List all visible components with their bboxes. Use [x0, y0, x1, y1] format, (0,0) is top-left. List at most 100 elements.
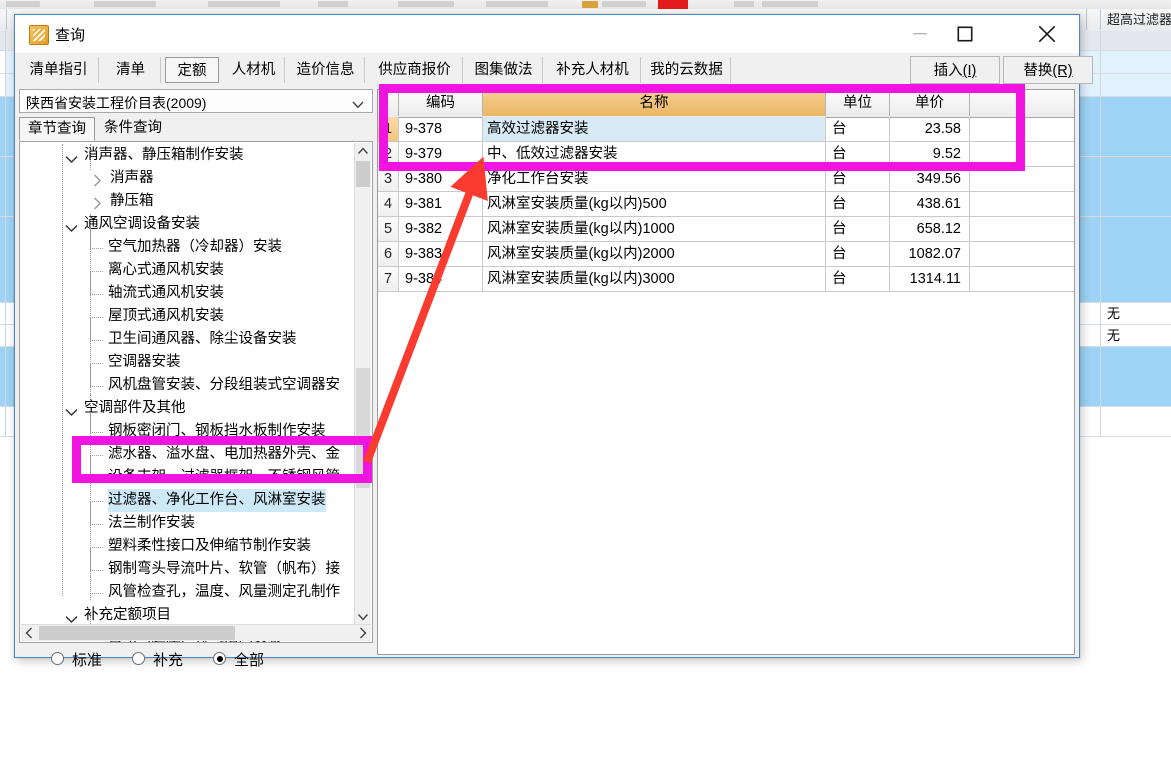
chevron-down-icon[interactable]	[65, 149, 78, 172]
table-row[interactable]: 5 9-382 风淋室安装质量(kg以内)1000 台 658.12	[378, 217, 1074, 242]
row-cell[interactable]	[1101, 217, 1171, 302]
row-name[interactable]: 净化工作台安装	[483, 167, 826, 191]
row-cell[interactable]	[1101, 97, 1171, 156]
tab-qingdan-zhiyin[interactable]: 清单指引	[19, 57, 99, 83]
chevron-right-icon[interactable]	[93, 172, 102, 195]
row-cell[interactable]	[0, 325, 6, 346]
chapter-tree[interactable]: 消声器、静压箱制作安装 消声器 静压箱 通风空调设备安装 空气加热器（冷却器）安…	[19, 141, 373, 643]
filter-radio-group[interactable]: 标准 补充 全部	[19, 649, 373, 683]
row-name[interactable]: 风淋室安装质量(kg以内)500	[483, 192, 826, 216]
scroll-left-button[interactable]	[21, 625, 38, 641]
catalog-select[interactable]: 陕西省安装工程价目表(2009)	[19, 89, 373, 113]
tab-buchong-rencaiji[interactable]: 补充人材机	[545, 57, 641, 83]
tab-zaojia-xinxi[interactable]: 造价信息	[287, 57, 365, 83]
row-filler[interactable]	[970, 117, 1074, 141]
row-cell[interactable]	[1101, 31, 1171, 50]
column-header-name[interactable]: 名称	[483, 90, 826, 116]
row-cell[interactable]	[1087, 217, 1101, 302]
tab-tuji-zuofa[interactable]: 图集做法	[465, 57, 543, 83]
toolbar-item[interactable]	[6, 1, 40, 7]
row-cell[interactable]	[0, 51, 6, 73]
color-swatch[interactable]	[658, 0, 688, 9]
row-cell[interactable]	[0, 303, 6, 324]
row-name[interactable]: 高效过滤器安装	[483, 117, 826, 141]
row-price[interactable]: 438.61	[890, 192, 970, 216]
query-mode-tabs[interactable]: 章节查询 条件查询	[19, 117, 373, 141]
table-row[interactable]: 6 9-383 风淋室安装质量(kg以内)2000 台 1082.07	[378, 242, 1074, 267]
close-button[interactable]	[1015, 15, 1079, 53]
table-row[interactable]: 7 9-384 风淋室安装质量(kg以内)3000 台 1314.11	[378, 267, 1074, 292]
row-cell[interactable]	[1087, 97, 1101, 156]
row-cell-value[interactable]: 无	[1101, 303, 1171, 324]
column-header-price[interactable]: 单价	[890, 90, 970, 116]
folder-icon[interactable]	[582, 1, 598, 8]
scroll-right-button[interactable]	[354, 625, 371, 641]
bg-header-cell[interactable]	[1087, 9, 1101, 30]
row-cell[interactable]	[0, 217, 6, 302]
table-row[interactable]: 1 9-378 高效过滤器安装 台 23.58	[378, 117, 1074, 142]
row-cell[interactable]	[1087, 347, 1101, 406]
row-cell[interactable]	[0, 31, 6, 50]
tab-gongyingshang[interactable]: 供应商报价	[367, 57, 463, 83]
row-unit[interactable]: 台	[826, 142, 890, 166]
table-row[interactable]: 3 9-380 净化工作台安装 台 349.56	[378, 167, 1074, 192]
row-filler[interactable]	[970, 267, 1074, 291]
row-price[interactable]: 1082.07	[890, 242, 970, 266]
minimize-button[interactable]	[897, 15, 942, 53]
row-price[interactable]: 9.52	[890, 142, 970, 166]
row-name[interactable]: 风淋室安装质量(kg以内)2000	[483, 242, 826, 266]
row-cell[interactable]	[1087, 325, 1101, 346]
row-code[interactable]: 9-384	[399, 267, 483, 291]
dialog-tab-bar[interactable]: 清单指引 清单 定额 人材机 造价信息 供应商报价 图集做法 补充人材机 我的云…	[15, 53, 1093, 87]
table-row[interactable]: 2 9-379 中、低效过滤器安装 台 9.52	[378, 142, 1074, 167]
maximize-button[interactable]	[942, 15, 987, 53]
row-cell[interactable]	[1101, 51, 1171, 73]
toolbar-item[interactable]	[318, 1, 348, 7]
row-cell[interactable]	[1101, 407, 1171, 436]
row-unit[interactable]: 台	[826, 117, 890, 141]
tree-horizontal-scrollbar[interactable]	[21, 624, 371, 641]
tab-dinge[interactable]: 定额	[165, 57, 219, 83]
scroll-thumb[interactable]	[39, 626, 235, 640]
table-row[interactable]: 4 9-381 风淋室安装质量(kg以内)500 台 438.61	[378, 192, 1074, 217]
tree-vertical-scrollbar[interactable]	[354, 143, 371, 625]
toolbar-item[interactable]	[762, 1, 818, 7]
row-price[interactable]: 658.12	[890, 217, 970, 241]
row-filler[interactable]	[970, 167, 1074, 191]
row-unit[interactable]: 台	[826, 217, 890, 241]
row-code[interactable]: 9-382	[399, 217, 483, 241]
row-code[interactable]: 9-380	[399, 167, 483, 191]
column-header-filler[interactable]	[970, 90, 1074, 116]
row-filler[interactable]	[970, 217, 1074, 241]
scroll-down-button[interactable]	[355, 608, 371, 625]
row-cell-value[interactable]: 无	[1101, 325, 1171, 346]
row-unit[interactable]: 台	[826, 192, 890, 216]
row-cell[interactable]	[1101, 74, 1171, 96]
row-unit[interactable]: 台	[826, 167, 890, 191]
row-cell[interactable]	[1101, 157, 1171, 216]
column-header-code[interactable]: 编码	[399, 90, 483, 116]
toolbar-item[interactable]	[398, 1, 454, 7]
catalog-panel[interactable]: 陕西省安装工程价目表(2009) 章节查询 条件查询 消声器、静压箱制作安装 消…	[19, 89, 373, 669]
row-price[interactable]: 23.58	[890, 117, 970, 141]
row-name[interactable]: 风淋室安装质量(kg以内)1000	[483, 217, 826, 241]
toolbar-item[interactable]	[734, 1, 754, 7]
scroll-thumb[interactable]	[356, 161, 370, 187]
row-cell[interactable]	[0, 97, 6, 156]
toolbar-item[interactable]	[486, 1, 548, 7]
row-cell[interactable]	[0, 347, 6, 406]
row-cell[interactable]	[1101, 347, 1171, 406]
tab-wodeyunshuju[interactable]: 我的云数据	[643, 57, 731, 83]
toolbar-item[interactable]	[208, 1, 280, 7]
chevron-down-icon[interactable]	[65, 402, 78, 425]
replace-button[interactable]: 替换(R)	[1003, 56, 1093, 84]
row-code[interactable]: 9-379	[399, 142, 483, 166]
scroll-up-button[interactable]	[355, 143, 371, 160]
scroll-track-fill[interactable]	[356, 368, 370, 488]
chevron-down-icon[interactable]	[65, 218, 78, 241]
row-unit[interactable]: 台	[826, 267, 890, 291]
row-cell[interactable]	[1087, 157, 1101, 216]
row-cell[interactable]	[0, 74, 6, 96]
row-name[interactable]: 中、低效过滤器安装	[483, 142, 826, 166]
row-cell[interactable]	[1087, 407, 1101, 436]
